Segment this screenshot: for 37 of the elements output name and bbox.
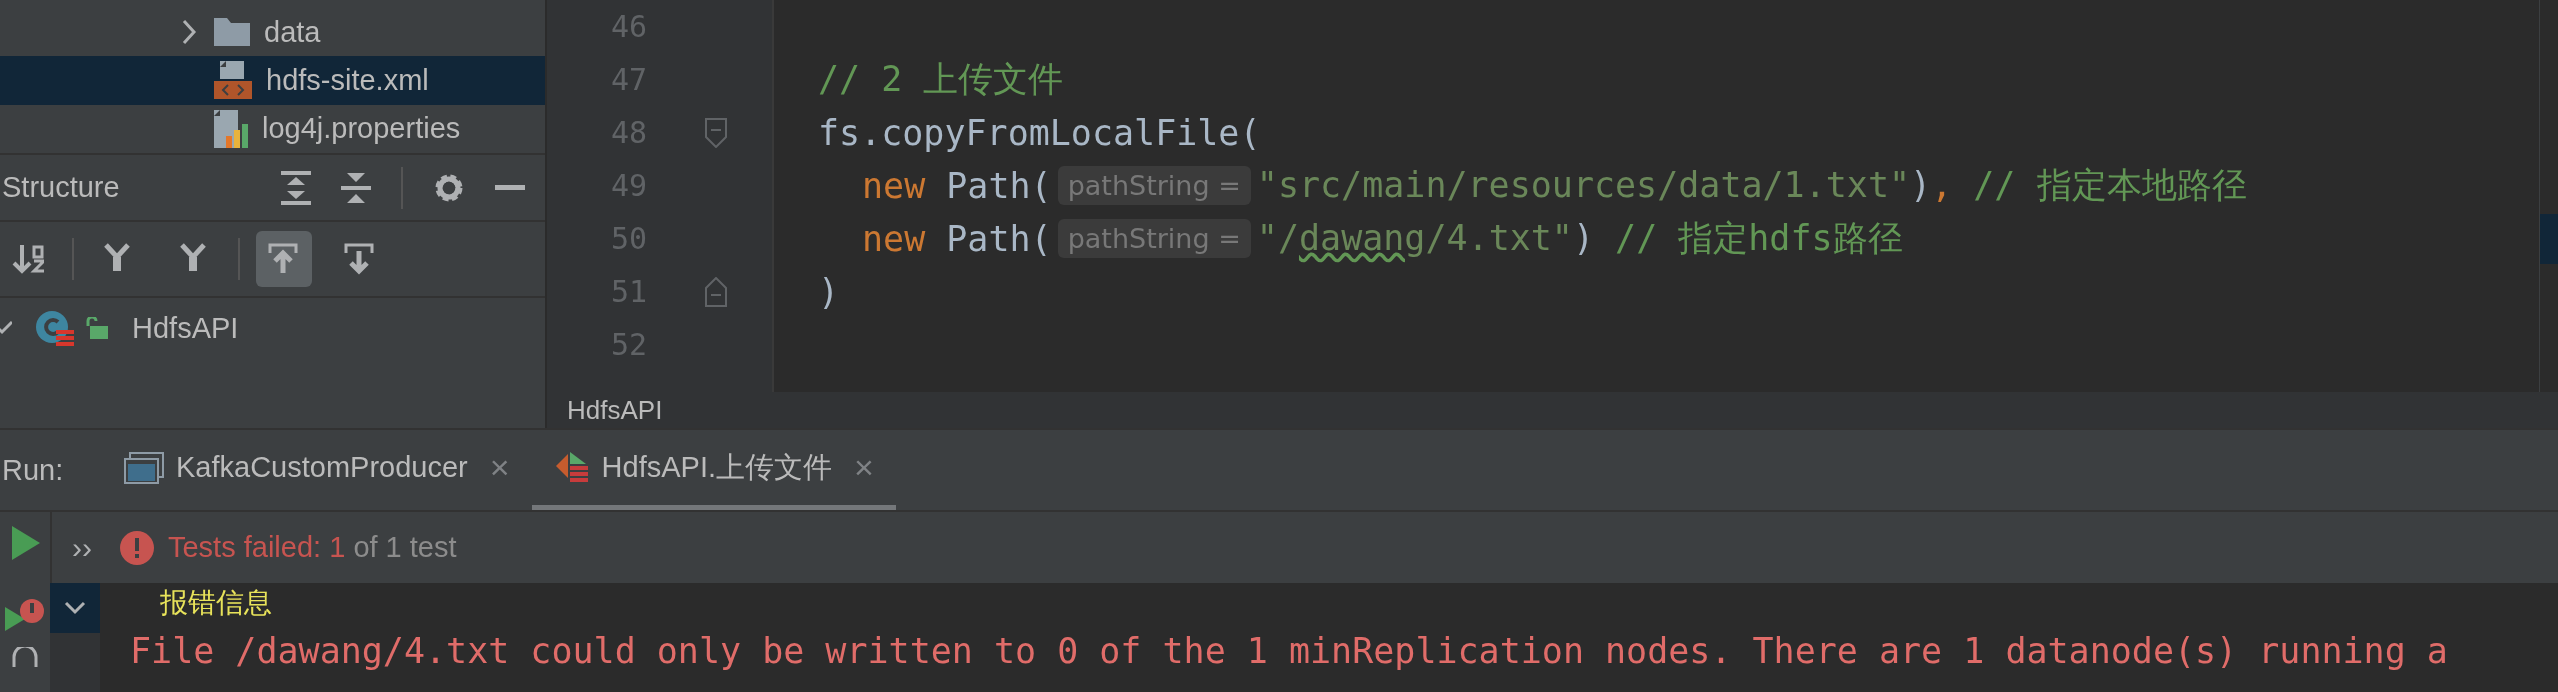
arrow-up-icon	[268, 243, 300, 275]
code-text: new Path(	[862, 218, 1052, 259]
tree-item[interactable]: log4j.properties	[262, 112, 461, 146]
test-summary: Tests failed: 1 of 1 test	[168, 531, 457, 564]
code-text: fs.copyFromLocalFile(	[818, 112, 1261, 153]
properties-file-icon	[214, 109, 248, 148]
panel-title: Run:	[2, 452, 65, 488]
panel-title: Structure	[2, 171, 121, 204]
code-text: )	[818, 271, 840, 312]
console-text: 报错信息	[160, 586, 272, 620]
xml-file-icon	[214, 61, 252, 100]
collapse-all-icon[interactable]	[341, 170, 371, 205]
folder-icon	[214, 18, 250, 47]
tree-item[interactable]: HdfsAPI	[132, 311, 239, 345]
sort-icon	[12, 243, 44, 275]
play-icon[interactable]	[10, 526, 40, 560]
run-tab[interactable]: KafkaCustomProducer ×	[102, 430, 532, 510]
parameter-hint: pathString =	[1057, 166, 1251, 205]
code-text: "/dawang/4.txt") // 指定hdfs路径	[1256, 217, 1903, 260]
chevron-icon[interactable]	[0, 320, 12, 336]
toolbar-button[interactable]	[256, 231, 312, 287]
expand-all-icon[interactable]	[281, 170, 311, 205]
class-icon	[36, 310, 76, 346]
console-icon	[124, 451, 164, 484]
scrollbar[interactable]	[2539, 0, 2558, 392]
code-text: new Path(	[862, 165, 1052, 206]
arrow-down-icon	[344, 243, 376, 275]
tree-item[interactable]: data	[264, 15, 321, 49]
code-text: // 2 上传文件	[818, 58, 1064, 101]
error-message: File /dawang/4.txt could only be written to 0 of the 1 minReplication nodes. There are 1 datanode(s) running a	[130, 631, 2448, 671]
code-text: "src/main/resources/data/1.txt"), // 指定本地路径	[1256, 164, 2247, 207]
chevron-icon[interactable]	[64, 601, 86, 615]
parameter-hint: pathString =	[1057, 219, 1251, 258]
breadcrumb[interactable]: HdfsAPI	[567, 394, 663, 426]
expand-toolbar-button[interactable]: ››	[72, 530, 92, 565]
minimize-icon[interactable]	[495, 184, 525, 191]
lock-icon	[86, 317, 108, 339]
